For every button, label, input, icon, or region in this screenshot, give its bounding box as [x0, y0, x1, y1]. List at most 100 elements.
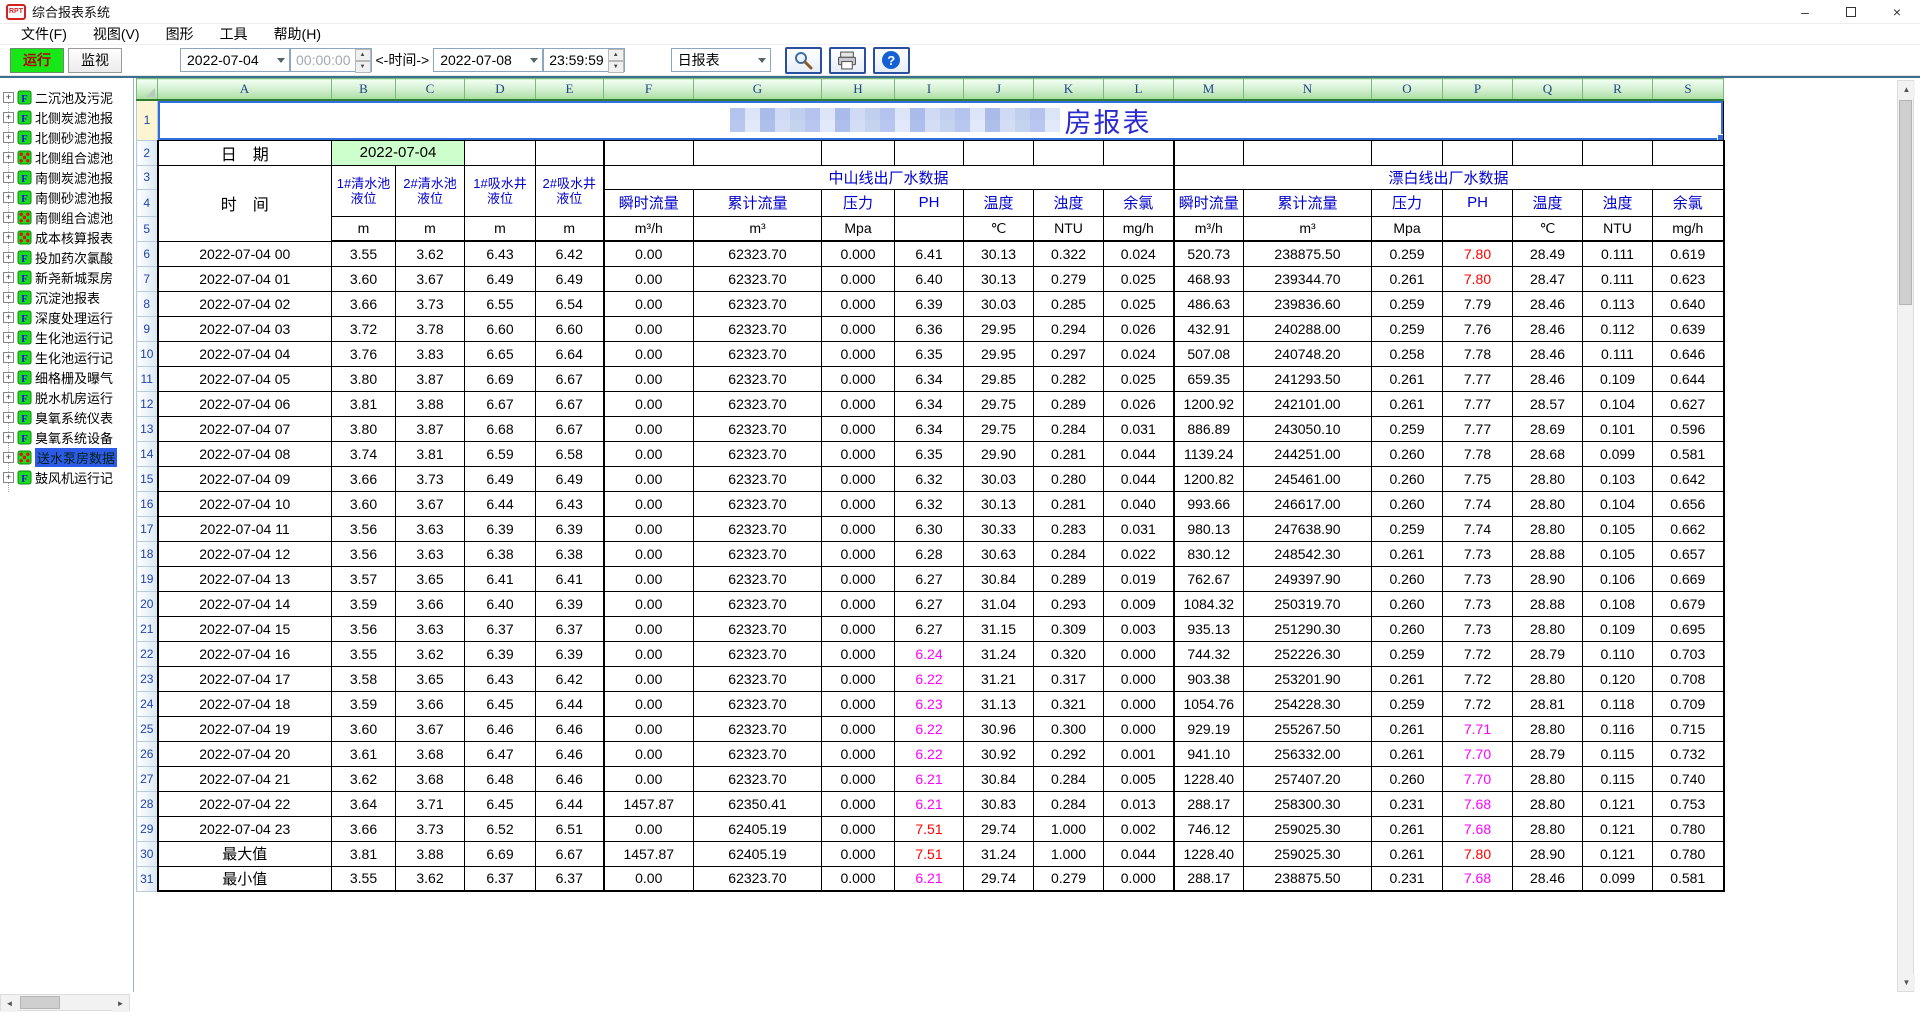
value-cell[interactable]: 28.46: [1513, 316, 1583, 341]
value-cell[interactable]: 6.43: [465, 241, 536, 266]
value-cell[interactable]: 0.260: [1372, 441, 1443, 466]
value-cell[interactable]: 0.695: [1653, 616, 1724, 641]
row-number[interactable]: 10: [137, 341, 158, 366]
time-cell[interactable]: 2022-07-04 02: [158, 291, 332, 316]
value-cell[interactable]: 0.000: [822, 591, 895, 616]
value-cell[interactable]: 0.289: [1034, 391, 1104, 416]
column-header-S[interactable]: S: [1653, 79, 1724, 100]
value-cell[interactable]: 3.60: [332, 266, 396, 291]
row-number[interactable]: 18: [137, 541, 158, 566]
value-cell[interactable]: 0.261: [1372, 541, 1443, 566]
value-cell[interactable]: 3.81: [332, 391, 396, 416]
value-cell[interactable]: 0.644: [1653, 366, 1724, 391]
value-cell[interactable]: 0.679: [1653, 591, 1724, 616]
value-cell[interactable]: 1457.87: [604, 841, 694, 866]
scroll-right-icon[interactable]: ►: [112, 995, 129, 1012]
time-cell[interactable]: 2022-07-04 17: [158, 666, 332, 691]
value-cell[interactable]: 0.260: [1372, 766, 1443, 791]
value-cell[interactable]: 6.28: [895, 541, 964, 566]
row-number[interactable]: 11: [137, 366, 158, 391]
value-cell[interactable]: 6.41: [465, 566, 536, 591]
value-cell[interactable]: 30.84: [964, 766, 1034, 791]
sidebar-item[interactable]: +F北侧砂滤池报: [0, 127, 130, 147]
value-cell[interactable]: 3.76: [332, 341, 396, 366]
value-cell[interactable]: 6.55: [465, 291, 536, 316]
value-cell[interactable]: 0.259: [1372, 241, 1443, 266]
sidebar-item[interactable]: +送水泵房数据: [0, 447, 130, 467]
time-cell[interactable]: 2022-07-04 05: [158, 366, 332, 391]
value-cell[interactable]: 0.261: [1372, 666, 1443, 691]
value-cell[interactable]: 0.000: [822, 741, 895, 766]
value-cell[interactable]: 6.34: [895, 391, 964, 416]
time-cell[interactable]: 2022-07-04 21: [158, 766, 332, 791]
value-cell[interactable]: 0.031: [1104, 516, 1174, 541]
row-number[interactable]: 19: [137, 566, 158, 591]
value-cell[interactable]: 62323.70: [694, 366, 822, 391]
expand-plus-icon[interactable]: +: [3, 372, 14, 383]
value-cell[interactable]: 0.00: [604, 716, 694, 741]
sidebar-scroll-thumb[interactable]: [20, 996, 60, 1009]
time-cell[interactable]: 2022-07-04 18: [158, 691, 332, 716]
sidebar-item[interactable]: +F投加药次氯酸: [0, 247, 130, 267]
value-cell[interactable]: 30.92: [964, 741, 1034, 766]
value-cell[interactable]: 3.56: [332, 616, 396, 641]
value-cell[interactable]: 6.67: [536, 366, 604, 391]
value-cell[interactable]: 0.002: [1104, 816, 1174, 841]
expand-plus-icon[interactable]: +: [3, 232, 14, 243]
empty-cell[interactable]: [1104, 140, 1174, 165]
value-cell[interactable]: 3.66: [332, 291, 396, 316]
value-cell[interactable]: 62323.70: [694, 641, 822, 666]
value-cell[interactable]: 6.39: [536, 516, 604, 541]
time-cell[interactable]: 2022-07-04 03: [158, 316, 332, 341]
value-cell[interactable]: 6.27: [895, 616, 964, 641]
value-cell[interactable]: 6.52: [465, 816, 536, 841]
sidebar-item[interactable]: +F北侧炭滤池报: [0, 107, 130, 127]
value-cell[interactable]: 0.281: [1034, 491, 1104, 516]
value-cell[interactable]: 6.35: [895, 441, 964, 466]
unit-cell[interactable]: m: [465, 216, 536, 241]
value-cell[interactable]: 1084.32: [1174, 591, 1244, 616]
value-cell[interactable]: 28.57: [1513, 391, 1583, 416]
column-header-N[interactable]: N: [1244, 79, 1372, 100]
value-cell[interactable]: 255267.50: [1244, 716, 1372, 741]
value-cell[interactable]: 1.000: [1034, 816, 1104, 841]
time-cell[interactable]: 2022-07-04 11: [158, 516, 332, 541]
value-cell[interactable]: 3.59: [332, 591, 396, 616]
value-cell[interactable]: 0.00: [604, 316, 694, 341]
value-cell[interactable]: 3.80: [332, 416, 396, 441]
value-cell[interactable]: 0.260: [1372, 491, 1443, 516]
value-cell[interactable]: 6.22: [895, 741, 964, 766]
value-cell[interactable]: 0.013: [1104, 791, 1174, 816]
value-cell[interactable]: 903.38: [1174, 666, 1244, 691]
value-cell[interactable]: 0.000: [1104, 666, 1174, 691]
value-cell[interactable]: 62323.70: [694, 416, 822, 441]
value-cell[interactable]: 6.49: [536, 466, 604, 491]
time-cell[interactable]: 2022-07-04 07: [158, 416, 332, 441]
empty-cell[interactable]: [1583, 140, 1653, 165]
value-cell[interactable]: 0.00: [604, 491, 694, 516]
value-cell[interactable]: 6.44: [536, 691, 604, 716]
empty-cell[interactable]: [536, 140, 604, 165]
value-cell[interactable]: 6.27: [895, 591, 964, 616]
sidebar-item[interactable]: +F深度处理运行: [0, 307, 130, 327]
value-cell[interactable]: 520.73: [1174, 241, 1244, 266]
value-cell[interactable]: 0.103: [1583, 466, 1653, 491]
value-cell[interactable]: 3.83: [396, 341, 465, 366]
value-cell[interactable]: 3.57: [332, 566, 396, 591]
value-cell[interactable]: 0.104: [1583, 491, 1653, 516]
value-cell[interactable]: 6.39: [465, 516, 536, 541]
value-cell[interactable]: 62323.70: [694, 241, 822, 266]
value-cell[interactable]: 0.258: [1372, 341, 1443, 366]
value-cell[interactable]: 659.35: [1174, 366, 1244, 391]
time-cell[interactable]: 2022-07-04 20: [158, 741, 332, 766]
value-cell[interactable]: 0.116: [1583, 716, 1653, 741]
value-cell[interactable]: 28.80: [1513, 666, 1583, 691]
value-cell[interactable]: 6.69: [465, 366, 536, 391]
value-cell[interactable]: 28.81: [1513, 691, 1583, 716]
value-cell[interactable]: 62323.70: [694, 491, 822, 516]
value-cell[interactable]: 6.37: [536, 866, 604, 891]
value-cell[interactable]: 62323.70: [694, 391, 822, 416]
value-cell[interactable]: 288.17: [1174, 791, 1244, 816]
value-cell[interactable]: 62323.70: [694, 441, 822, 466]
value-cell[interactable]: 0.293: [1034, 591, 1104, 616]
